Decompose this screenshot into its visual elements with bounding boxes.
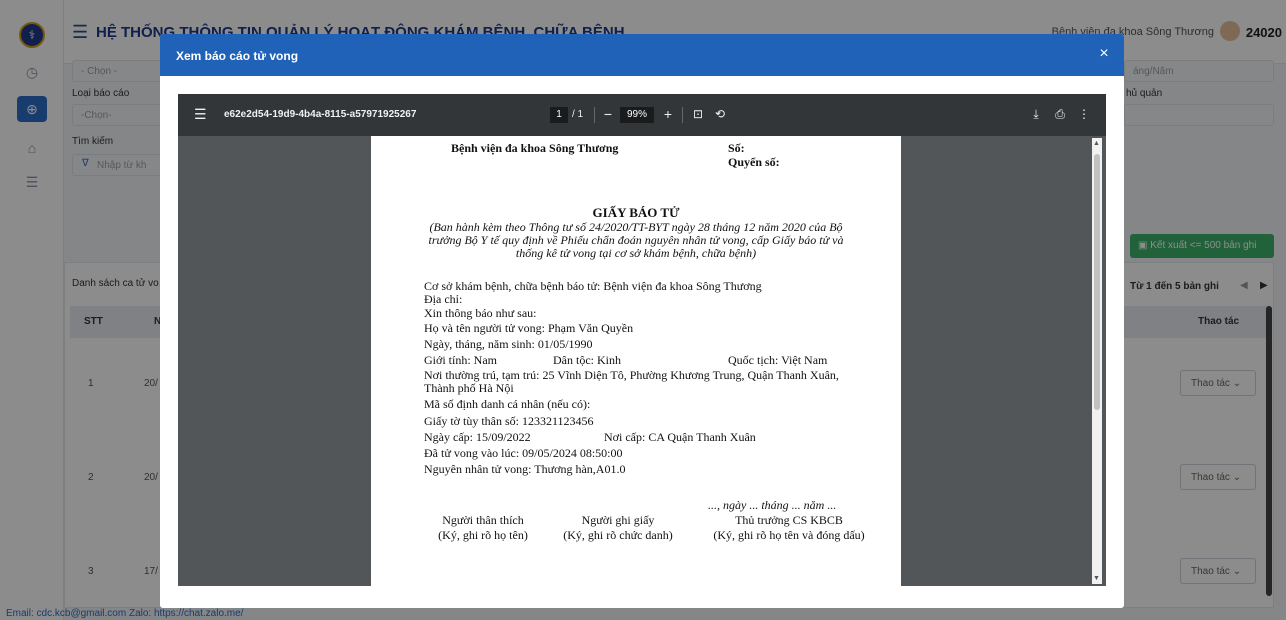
cert-gender: Giới tính: Nam: [424, 353, 498, 367]
cert-sig1-note: (Ký, ghi rõ họ tên): [438, 528, 528, 542]
cert-subtitle-3: thống kê tử vong tại cơ sở khám bệnh, ch…: [515, 246, 757, 260]
fit-page-icon[interactable]: ⊡: [690, 105, 706, 123]
modal-header: Xem báo cáo tử vong ×: [160, 34, 1124, 76]
cert-personal-id: Mã số định danh cá nhân (nếu có):: [424, 397, 591, 411]
scroll-down-icon[interactable]: ▼: [1093, 575, 1100, 582]
toolbar-divider: [594, 107, 595, 123]
pdf-toolbar: ☰ e62e2d54-19d9-4b4a-8115-a57971925267 1…: [178, 94, 1106, 136]
pdf-scrollbar[interactable]: ▲ ▼: [1092, 138, 1102, 584]
cert-name: Họ và tên người tử vong: Phạm Văn Quyền: [424, 321, 634, 335]
death-report-modal: Xem báo cáo tử vong × ☰ e62e2d54-19d9-4b…: [160, 34, 1124, 608]
cert-so: Số:: [728, 141, 745, 155]
more-options-icon[interactable]: ⋮: [1076, 105, 1092, 123]
cert-facility: Cơ sở khám bệnh, chữa bệnh báo tử: Bệnh …: [424, 279, 762, 293]
cert-sig3-note: (Ký, ghi rõ họ tên và đóng dấu): [713, 528, 865, 542]
cert-issue-place: Nơi cấp: CA Quận Thanh Xuân: [604, 430, 756, 444]
zoom-in-icon[interactable]: +: [660, 105, 676, 123]
pdf-filename: e62e2d54-19d9-4b4a-8115-a57971925267: [224, 109, 417, 120]
rotate-icon[interactable]: ⟲: [712, 105, 728, 123]
cert-issue-date: Ngày cấp: 15/09/2022: [424, 430, 531, 444]
cert-nationality: Quốc tịch: Việt Nam: [728, 353, 828, 367]
pdf-zoom-input[interactable]: 99%: [620, 107, 654, 123]
cert-hospital: Bệnh viện đa khoa Sông Thương: [451, 141, 619, 155]
cert-sig2-title: Người ghi giấy: [581, 513, 655, 527]
cert-sig1-title: Người thân thích: [442, 513, 524, 527]
cert-death-time: Đã tử vong vào lúc: 09/05/2024 08:50:00: [424, 446, 623, 460]
pdf-menu-icon[interactable]: ☰: [194, 106, 207, 123]
print-icon[interactable]: ⎙: [1052, 105, 1068, 123]
cert-cause: Nguyên nhân tử vong: Thương hàn,A01.0: [424, 462, 626, 476]
cert-sig2-note: (Ký, ghi rõ chức danh): [563, 528, 673, 542]
download-icon[interactable]: ⤓: [1028, 105, 1044, 123]
pdf-page-input[interactable]: 1: [550, 107, 568, 123]
cert-sig3-title: Thủ trưởng CS KBCB: [735, 513, 843, 527]
cert-date-line: ..., ngày ... tháng ... năm ...: [708, 498, 837, 512]
scroll-up-icon[interactable]: ▲: [1093, 140, 1100, 147]
cert-dob: Ngày, tháng, năm sinh: 01/05/1990: [424, 337, 593, 351]
toolbar-divider: [682, 107, 683, 123]
zoom-out-icon[interactable]: −: [600, 105, 616, 123]
close-icon[interactable]: ×: [1094, 44, 1114, 64]
cert-ethnicity: Dân tộc: Kinh: [553, 353, 621, 367]
pdf-viewer: ☰ e62e2d54-19d9-4b4a-8115-a57971925267 1…: [178, 94, 1106, 586]
cert-quyen-so: Quyển số:: [728, 155, 780, 169]
cert-id-doc: Giấy tờ tùy thân số: 123321123456: [424, 414, 594, 428]
modal-title: Xem báo cáo tử vong: [176, 49, 299, 63]
pdf-page: Bệnh viện đa khoa Sông Thương Số: Quyển …: [371, 136, 901, 586]
pdf-page-total: / 1: [572, 109, 584, 120]
cert-notice: Xin thông báo như sau:: [424, 306, 537, 320]
cert-address: Địa chỉ:: [424, 292, 463, 306]
cert-residence-2: Thành phố Hà Nội: [424, 381, 514, 395]
pdf-scrollbar-thumb[interactable]: [1094, 154, 1100, 410]
cert-heading: GIẤY BÁO TỬ: [592, 205, 680, 220]
